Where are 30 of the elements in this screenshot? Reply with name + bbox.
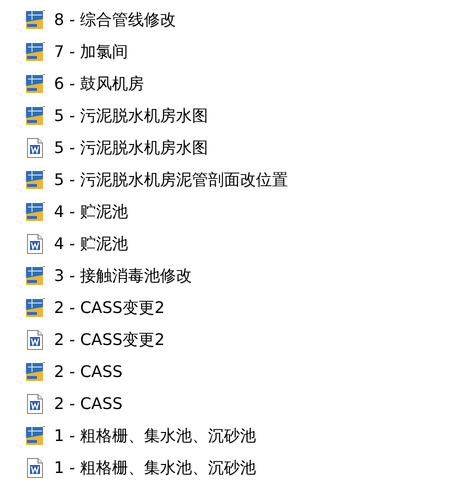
document-file-icon — [26, 394, 45, 414]
file-name[interactable]: 2 - CASS — [54, 392, 123, 416]
drawing-file-icon — [26, 10, 45, 30]
file-name[interactable]: 1 - 粗格栅、集水池、沉砂池 — [54, 424, 256, 448]
file-name[interactable]: 3 - 接触消毒池修改 — [54, 264, 192, 288]
drawing-file-icon — [26, 202, 45, 222]
drawing-file-icon — [26, 426, 45, 446]
document-file-icon — [26, 458, 45, 478]
file-name[interactable]: 6 - 鼓风机房 — [54, 72, 144, 96]
file-name[interactable]: 4 - 贮泥池 — [54, 200, 128, 224]
document-file-icon — [26, 234, 45, 254]
drawing-file-icon — [26, 266, 45, 286]
drawing-file-icon — [26, 298, 45, 318]
file-name[interactable]: 7 - 加氯间 — [54, 40, 128, 64]
file-name[interactable]: 5 - 污泥脱水机房水图 — [54, 136, 208, 160]
file-name[interactable]: 2 - CASS变更2 — [54, 296, 165, 320]
drawing-file-icon — [26, 362, 45, 382]
drawing-file-icon — [26, 170, 45, 190]
file-name[interactable]: 2 - CASS变更2 — [54, 328, 165, 352]
drawing-file-icon — [26, 42, 45, 62]
file-name[interactable]: 4 - 贮泥池 — [54, 232, 128, 256]
file-name[interactable]: 2 - CASS — [54, 360, 123, 384]
document-file-icon — [26, 138, 45, 158]
file-name[interactable]: 1 - 粗格栅、集水池、沉砂池 — [54, 456, 256, 480]
file-name[interactable]: 8 - 综合管线修改 — [54, 8, 176, 32]
drawing-file-icon — [26, 74, 45, 94]
drawing-file-icon — [26, 106, 45, 126]
file-name[interactable]: 5 - 污泥脱水机房水图 — [54, 104, 208, 128]
document-file-icon — [26, 330, 45, 350]
file-name[interactable]: 5 - 污泥脱水机房泥管剖面改位置 — [54, 168, 288, 192]
